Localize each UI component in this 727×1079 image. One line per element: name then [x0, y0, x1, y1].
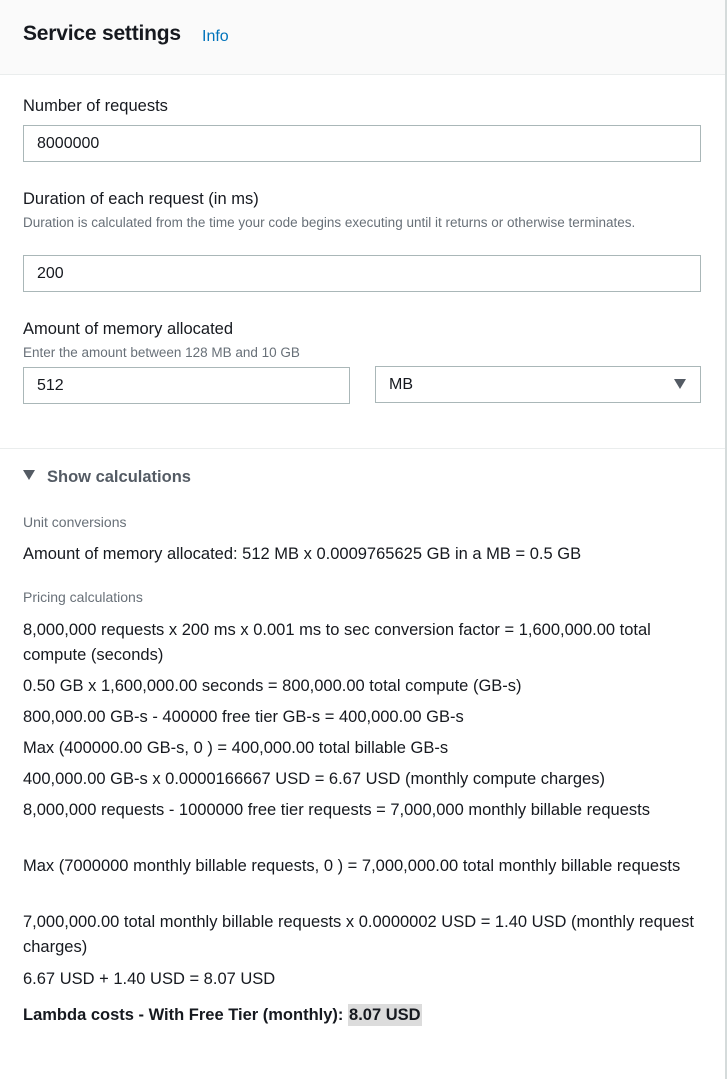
duration-input[interactable]: 200 — [23, 255, 701, 292]
show-calculations-toggle[interactable]: Show calculations — [23, 468, 191, 487]
pricing-line: 7,000,000.00 total monthly billable requ… — [23, 913, 694, 956]
pricing-line: 400,000.00 GB-s x 0.0000166667 USD = 6.6… — [23, 770, 605, 788]
pricing-line: Max (7000000 monthly billable requests, … — [23, 857, 681, 875]
section-divider — [0, 448, 725, 449]
pricing-line: 8,000,000 requests x 200 ms x 0.001 ms t… — [23, 621, 651, 664]
lambda-cost-total: Lambda costs - With Free Tier (monthly):… — [23, 1004, 422, 1026]
pricing-line: 8,000,000 requests - 1000000 free tier r… — [23, 801, 650, 819]
pricing-calculations-heading: Pricing calculations — [23, 589, 143, 605]
requests-input[interactable]: 8000000 — [23, 125, 701, 162]
memory-unit-value: MB — [389, 376, 413, 393]
pricing-line: Max (400000.00 GB-s, 0 ) = 400,000.00 to… — [23, 739, 449, 757]
memory-label: Amount of memory allocated — [23, 320, 234, 338]
pricing-line: 6.67 USD + 1.40 USD = 8.07 USD — [23, 970, 276, 988]
unit-conversions-heading: Unit conversions — [23, 514, 127, 530]
total-label: Lambda costs - With Free Tier (monthly): — [23, 1006, 344, 1024]
duration-description: Duration is calculated from the time you… — [23, 215, 636, 230]
chevron-down-icon — [674, 379, 686, 389]
memory-input[interactable]: 512 — [23, 367, 350, 404]
panel-header: Service settings Info — [0, 0, 725, 75]
pricing-line: 800,000.00 GB-s - 400000 free tier GB-s … — [23, 708, 464, 726]
pricing-line: 0.50 GB x 1,600,000.00 seconds = 800,000… — [23, 677, 522, 695]
memory-unit-select[interactable]: MB — [375, 366, 701, 403]
total-value: 8.07 USD — [348, 1004, 422, 1026]
show-calculations-label: Show calculations — [47, 468, 191, 486]
memory-description: Enter the amount between 128 MB and 10 G… — [23, 345, 300, 360]
caret-down-icon — [23, 470, 35, 480]
unit-conversion-line: Amount of memory allocated: 512 MB x 0.0… — [23, 545, 582, 563]
info-link[interactable]: Info — [202, 28, 229, 46]
requests-label: Number of requests — [23, 97, 168, 115]
duration-label: Duration of each request (in ms) — [23, 190, 259, 208]
page-title: Service settings — [23, 22, 181, 45]
